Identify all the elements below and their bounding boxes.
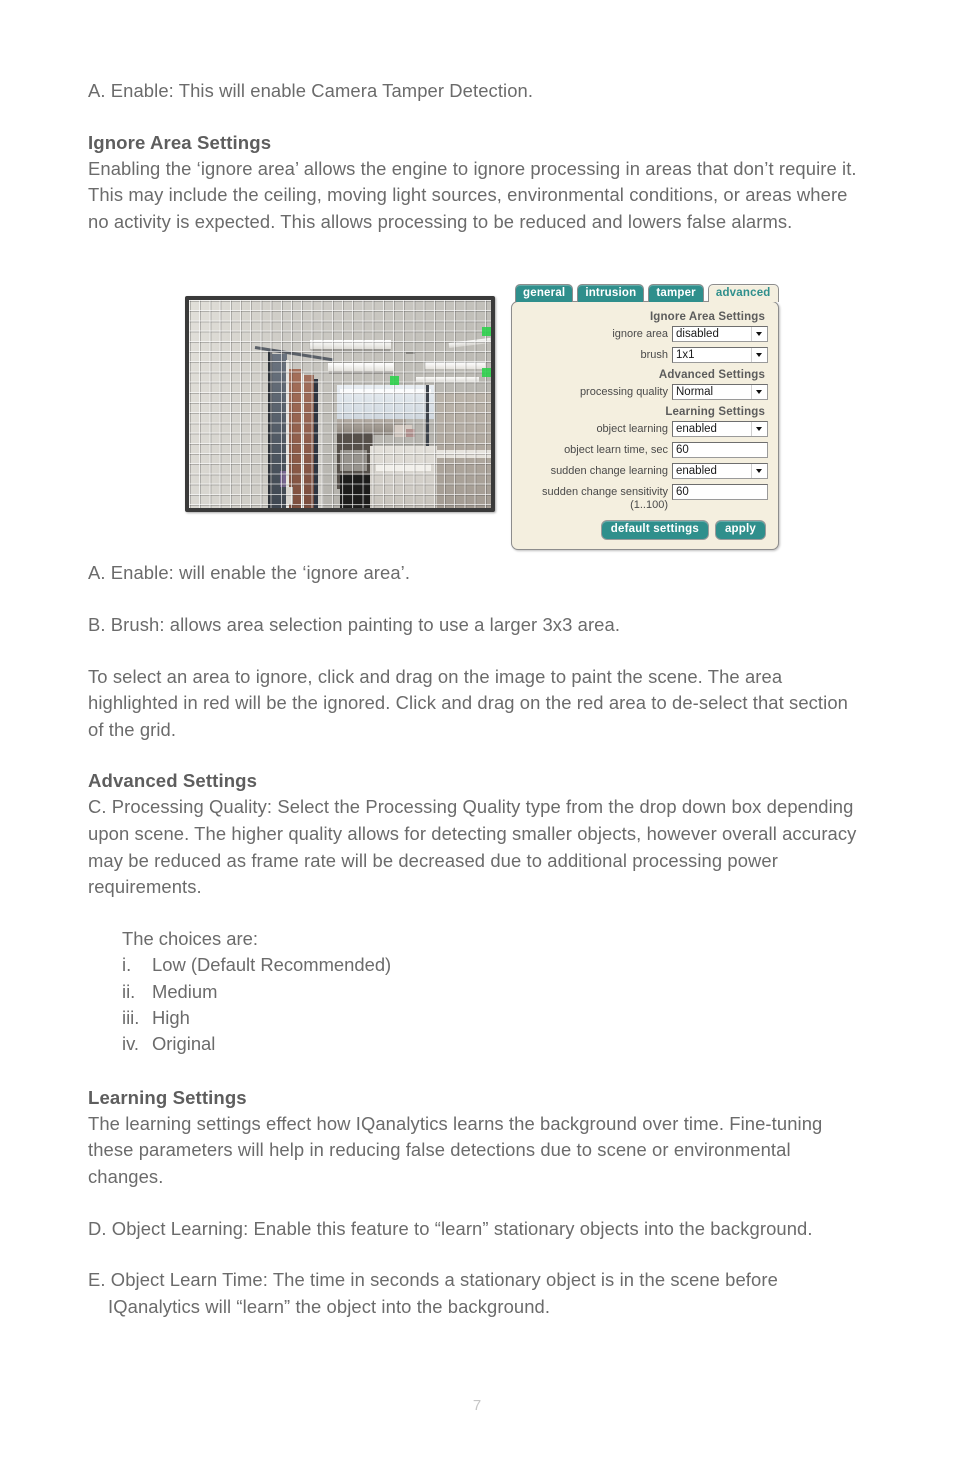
field-row-object-learn-time: object learn time, sec 60 <box>522 442 768 458</box>
chevron-down-icon <box>751 464 767 478</box>
heading-ignore-area-settings: Ignore Area Settings <box>88 131 272 153</box>
section-title-learning: Learning Settings <box>665 406 765 418</box>
select-sudden-change-learning-value: enabled <box>676 465 717 477</box>
choice-item-3: iii. High <box>122 1005 866 1031</box>
paragraph-brush: B. Brush: allows area selection painting… <box>88 613 621 635</box>
select-ignore-area[interactable]: disabled <box>672 326 768 342</box>
tab-intrusion[interactable]: intrusion <box>577 284 645 302</box>
grid-cell-highlight[interactable] <box>482 327 491 336</box>
input-sudden-change-sensitivity[interactable]: 60 <box>672 484 768 500</box>
choice-number-4: iv. <box>122 1033 140 1055</box>
chevron-down-icon <box>751 422 767 436</box>
heading-learning-settings: Learning Settings <box>88 1086 247 1108</box>
chevron-down-icon <box>751 327 767 341</box>
apply-button[interactable]: apply <box>714 520 766 540</box>
select-processing-quality-value: Normal <box>676 386 714 398</box>
label-sudden-change-learning: sudden change learning <box>550 465 668 477</box>
choice-item-2: ii. Medium <box>122 979 866 1005</box>
settings-tabs: general intrusion tamper advanced <box>511 284 779 302</box>
label-object-learn-time: object learn time, sec <box>564 444 668 456</box>
paragraph-enable-ignore-area: A. Enable: will enable the ‘ignore area’… <box>88 562 411 584</box>
document-page: A. Enable: This will enable Camera Tampe… <box>0 0 954 1475</box>
spacer-before-choices <box>88 901 866 926</box>
select-ignore-area-value: disabled <box>676 328 719 340</box>
section-title-ignore-area: Ignore Area Settings <box>649 311 765 323</box>
tab-advanced[interactable]: advanced <box>707 284 779 302</box>
spacer-before-learning <box>88 1058 866 1085</box>
paragraph-learning-body: The learning settings effect how IQanaly… <box>88 1112 823 1187</box>
label-object-learning: object learning <box>596 423 668 435</box>
chevron-down-icon <box>751 385 767 399</box>
default-settings-button[interactable]: default settings <box>600 520 709 540</box>
field-row-sudden-change-learning: sudden change learning enabled <box>522 463 768 479</box>
select-brush-value: 1x1 <box>676 349 695 361</box>
choice-label-3: High <box>152 1006 190 1028</box>
select-processing-quality[interactable]: Normal <box>672 384 768 400</box>
paragraph-ignore-area-body: Enabling the ‘ignore area’ allows the en… <box>88 157 857 232</box>
field-row-processing-quality: processing quality Normal <box>522 384 768 400</box>
paragraph-enable-tamper: A. Enable: This will enable Camera Tampe… <box>88 80 534 101</box>
field-row-object-learning: object learning enabled <box>522 421 768 437</box>
chevron-down-icon <box>751 348 767 362</box>
panel-button-row: default settings apply <box>522 516 768 540</box>
camera-image[interactable] <box>189 300 491 508</box>
grid-cell-highlight[interactable] <box>482 368 491 377</box>
choice-number-1: i. <box>122 954 132 976</box>
choice-label-1: Low (Default Recommended) <box>152 954 392 976</box>
choices-intro: The choices are: <box>122 927 258 949</box>
paragraph-object-learn-time: E. Object Learn Time: The time in second… <box>88 1269 778 1317</box>
camera-preview[interactable] <box>185 296 495 512</box>
label-brush: brush <box>640 349 668 361</box>
document-body: A. Enable: This will enable Camera Tampe… <box>88 78 866 1345</box>
choice-number-2: ii. <box>122 980 136 1002</box>
field-row-brush: brush 1x1 <box>522 347 768 363</box>
label-ignore-area: ignore area <box>612 328 668 340</box>
label-processing-quality: processing quality <box>579 386 668 398</box>
field-row-sudden-change-sensitivity: sudden change sensitivity (1..100) 60 <box>522 484 768 511</box>
paragraph-object-learning: D. Object Learning: Enable this feature … <box>88 1217 813 1239</box>
choice-label-4: Original <box>152 1033 216 1055</box>
tab-tamper[interactable]: tamper <box>648 284 704 302</box>
grid-cell-highlight[interactable] <box>390 376 399 385</box>
tab-general[interactable]: general <box>515 284 574 302</box>
label-sudden-change-sensitivity: sudden change sensitivity (1..100) <box>542 486 668 511</box>
select-sudden-change-learning[interactable]: enabled <box>672 463 768 479</box>
field-row-ignore-area: ignore area disabled <box>522 326 768 342</box>
input-sudden-change-sensitivity-value: 60 <box>676 486 689 498</box>
choice-item-1: i. Low (Default Recommended) <box>122 952 866 978</box>
choice-label-2: Medium <box>152 980 218 1002</box>
choice-number-3: iii. <box>122 1006 140 1028</box>
select-object-learning-value: enabled <box>676 423 717 435</box>
settings-panel-body: Ignore Area Settings ignore area disable… <box>511 301 779 550</box>
analytics-settings-panel: general intrusion tamper advanced Ignore… <box>511 284 779 550</box>
heading-advanced-settings: Advanced Settings <box>88 770 258 792</box>
paragraph-select-area: To select an area to ignore, click and d… <box>88 665 848 740</box>
input-object-learn-time-value: 60 <box>676 444 689 456</box>
choices-list: The choices are: i. Low (Default Recommen… <box>88 926 866 1058</box>
paragraph-processing-quality: C. Processing Quality: Select the Proces… <box>88 796 857 898</box>
page-number: 7 <box>472 1397 482 1414</box>
select-brush[interactable]: 1x1 <box>672 347 768 363</box>
section-title-advanced: Advanced Settings <box>658 369 765 381</box>
input-object-learn-time[interactable]: 60 <box>672 442 768 458</box>
choice-item-4: iv. Original <box>122 1031 866 1057</box>
ignore-area-grid[interactable] <box>189 300 491 508</box>
select-object-learning[interactable]: enabled <box>672 421 768 437</box>
